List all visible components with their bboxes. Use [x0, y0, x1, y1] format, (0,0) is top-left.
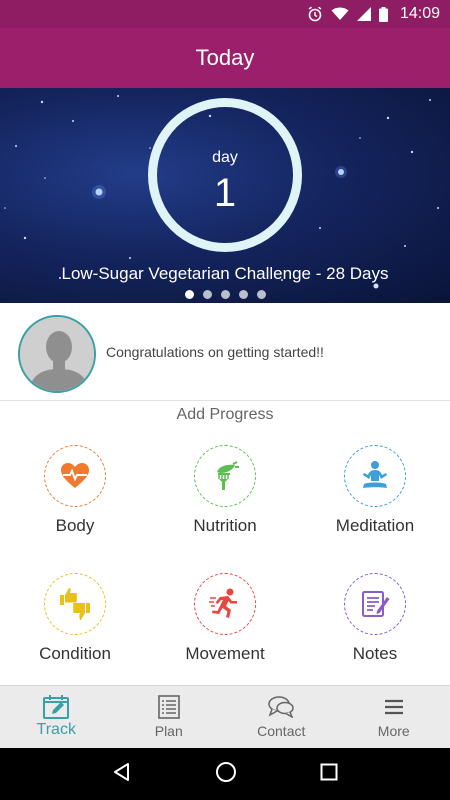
- bottom-nav: Track Plan Contact More: [0, 685, 450, 748]
- progress-tile-movement[interactable]: Movement: [150, 573, 300, 693]
- nav-label: Contact: [257, 723, 306, 739]
- home-icon[interactable]: [215, 761, 237, 788]
- nav-item-plan[interactable]: Plan: [113, 686, 226, 748]
- recents-icon[interactable]: [320, 763, 338, 786]
- thumbs-icon[interactable]: [44, 573, 106, 635]
- status-bar: 14:09: [0, 0, 450, 28]
- wifi-icon: [331, 7, 349, 21]
- pager-dot[interactable]: [184, 290, 194, 299]
- battery-icon: [378, 6, 388, 22]
- fork-veggie-icon[interactable]: [194, 445, 256, 507]
- nav-item-track[interactable]: Track: [0, 686, 113, 748]
- challenge-title: Low-Sugar Vegetarian Challenge - 28 Days: [61, 264, 389, 283]
- person-silhouette-icon: [20, 317, 94, 391]
- avatar[interactable]: [18, 315, 96, 393]
- progress-label: Meditation: [335, 516, 415, 535]
- welcome-message: Congratulations on getting started!!: [106, 344, 324, 360]
- progress-tile-notes[interactable]: Notes: [300, 573, 450, 693]
- pager-dot[interactable]: [238, 290, 248, 299]
- progress-label: Body: [55, 516, 95, 535]
- progress-tile-condition[interactable]: Condition: [0, 573, 150, 693]
- app-bar: Today: [0, 28, 450, 88]
- chat-icon: [268, 695, 294, 719]
- progress-label: Nutrition: [193, 516, 257, 535]
- progress-label: Movement: [185, 644, 265, 663]
- alarm-icon: [307, 6, 323, 22]
- calendar-edit-icon: [43, 695, 70, 719]
- list-icon: [157, 695, 180, 719]
- system-nav-bar: [0, 748, 450, 800]
- progress-tile-nutrition[interactable]: Nutrition: [150, 445, 300, 565]
- day-label: day: [212, 149, 238, 166]
- meditation-icon[interactable]: [344, 445, 406, 507]
- back-icon[interactable]: [112, 762, 132, 787]
- notes-icon[interactable]: [344, 573, 406, 635]
- nav-label: Track: [36, 721, 76, 738]
- page-title: Today: [195, 45, 255, 70]
- day-progress-ring: day 1: [148, 98, 302, 252]
- progress-tile-meditation[interactable]: Meditation: [300, 445, 450, 565]
- pager-indicator[interactable]: [0, 290, 450, 299]
- status-time: 14:09: [399, 5, 440, 22]
- progress-tile-body[interactable]: Body: [0, 445, 150, 565]
- pager-dot[interactable]: [220, 290, 230, 299]
- nav-item-more[interactable]: More: [338, 686, 450, 748]
- challenge-banner[interactable]: day 1 Low-Sugar Vegetarian Challenge - 2…: [0, 88, 450, 303]
- pager-dot[interactable]: [202, 290, 212, 299]
- progress-label: Condition: [39, 644, 111, 663]
- welcome-card: Congratulations on getting started!!: [0, 303, 450, 401]
- menu-icon: [384, 695, 404, 719]
- nav-label: Plan: [154, 723, 183, 739]
- nav-item-contact[interactable]: Contact: [225, 686, 338, 748]
- heart-pulse-icon[interactable]: [44, 445, 106, 507]
- pager-dot[interactable]: [256, 290, 266, 299]
- add-progress-title: Add Progress: [176, 406, 274, 423]
- day-number: 1: [213, 171, 237, 215]
- running-icon[interactable]: [194, 573, 256, 635]
- signal-icon: [356, 7, 371, 21]
- progress-label: Notes: [352, 644, 398, 663]
- nav-label: More: [377, 723, 410, 739]
